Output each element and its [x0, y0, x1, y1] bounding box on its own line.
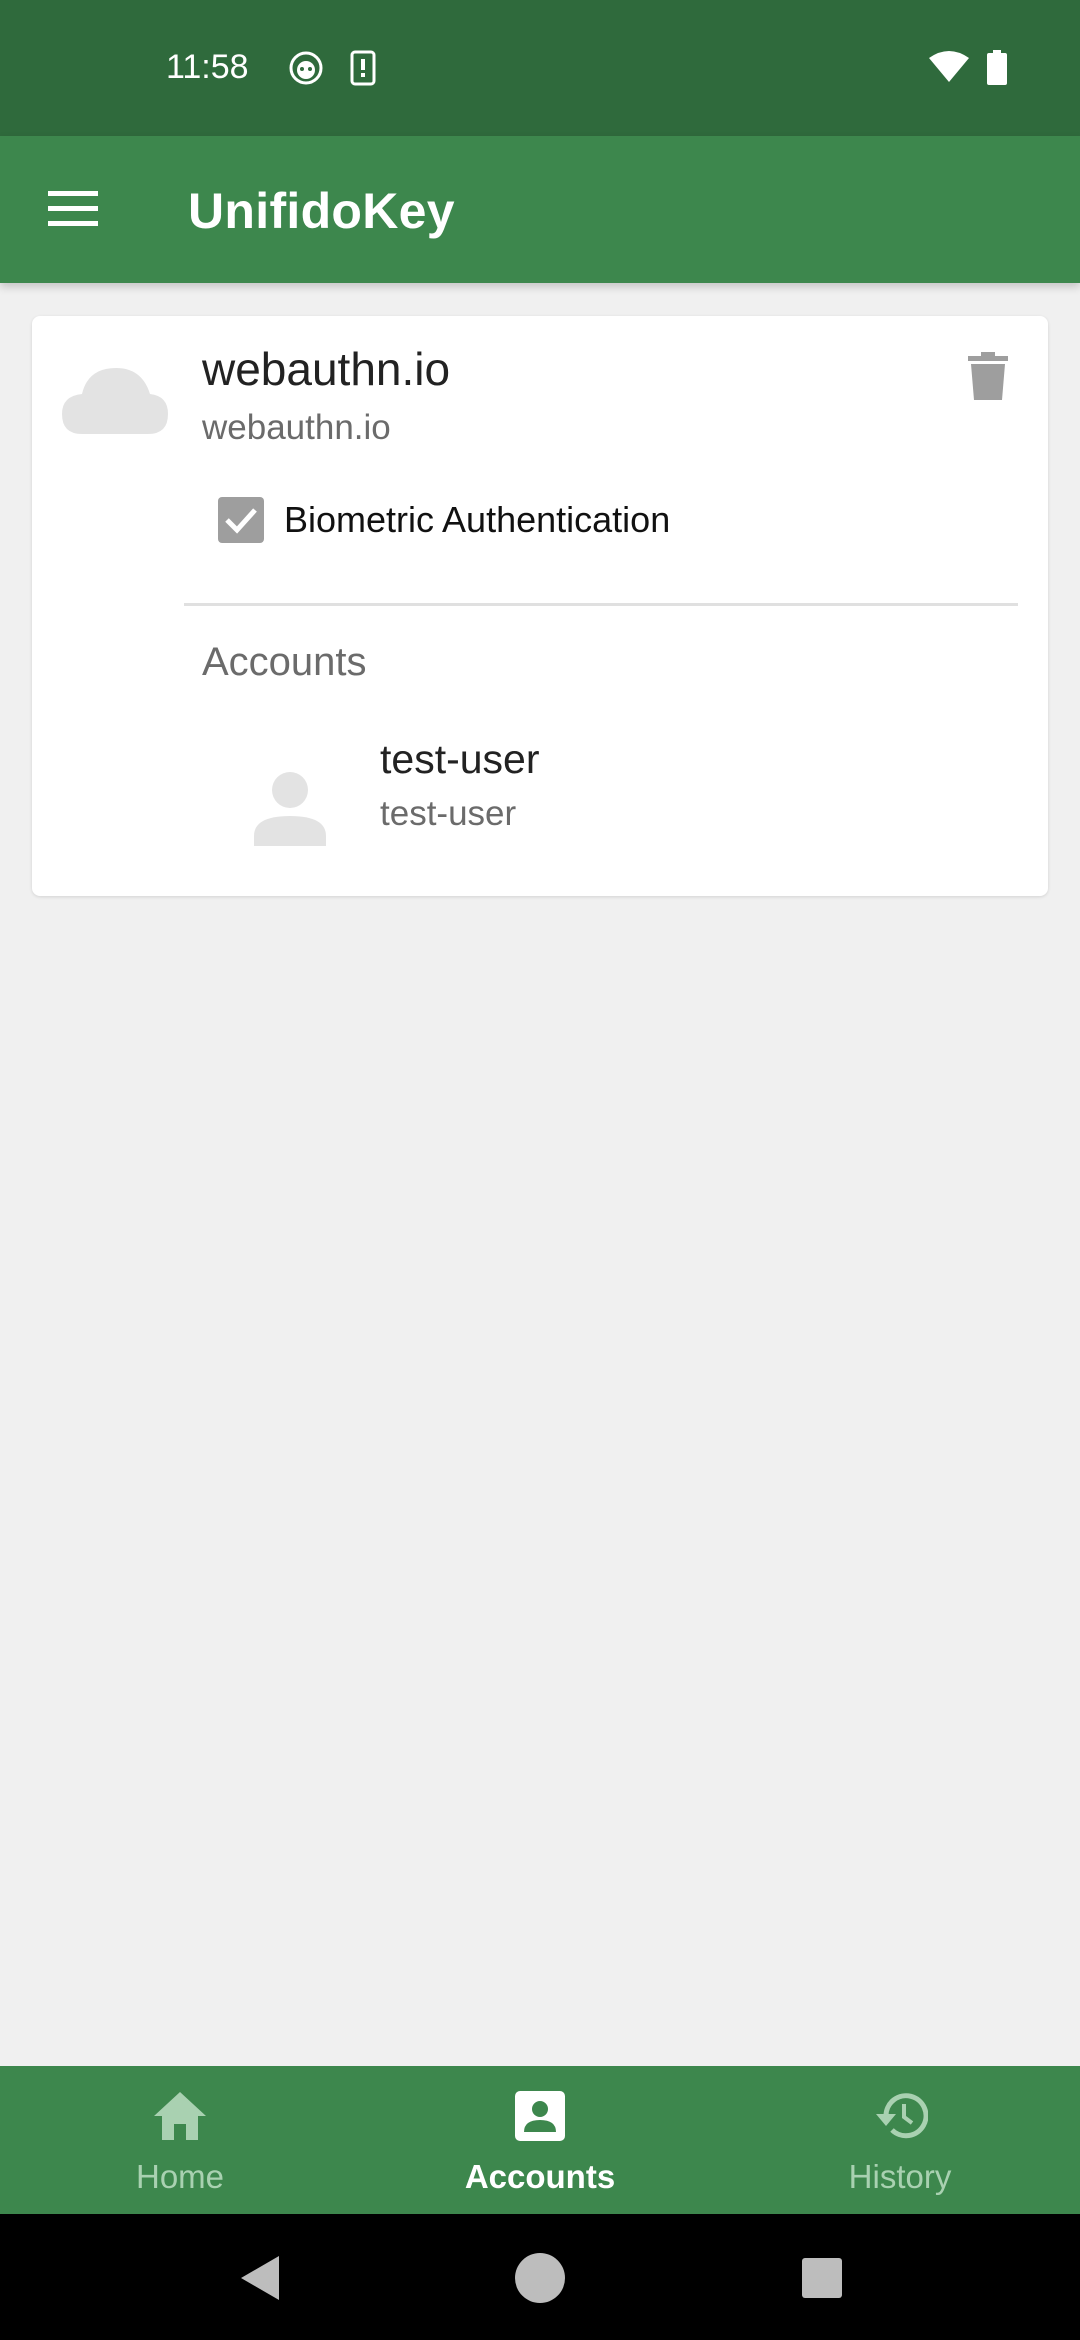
hamburger-menu-icon	[48, 190, 98, 233]
back-button[interactable]	[228, 2246, 292, 2310]
nav-history[interactable]: History	[720, 2066, 1080, 2214]
account-display-name: test-user	[380, 794, 517, 833]
relying-party-card: webauthn.io webauthn.io Biometric Authen…	[32, 316, 1048, 896]
back-icon	[241, 2256, 279, 2300]
biometric-auth-row[interactable]: Biometric Authentication	[218, 490, 670, 550]
biometric-checkbox[interactable]	[218, 497, 264, 543]
account-name: test-user	[380, 736, 540, 782]
divider	[184, 603, 1018, 606]
wifi-icon	[928, 50, 970, 89]
nav-home[interactable]: Home	[0, 2066, 360, 2214]
status-time: 11:58	[166, 48, 249, 86]
history-icon	[720, 2090, 1080, 2142]
rp-id: webauthn.io	[202, 408, 391, 447]
nav-history-label: History	[848, 2158, 952, 2195]
menu-button[interactable]	[30, 171, 116, 251]
account-row[interactable]: test-user test-user	[202, 730, 1022, 850]
home-icon	[0, 2090, 360, 2142]
home-circle-icon	[515, 2253, 565, 2303]
nav-accounts-label: Accounts	[464, 2158, 616, 2195]
check-icon	[225, 508, 257, 534]
cat-face-icon	[288, 50, 324, 91]
accounts-header: Accounts	[202, 640, 367, 684]
app-title: UnifidoKey	[188, 183, 455, 239]
delete-button[interactable]	[952, 342, 1024, 414]
battery-icon	[986, 50, 1008, 91]
nav-accounts[interactable]: Accounts	[360, 2066, 720, 2214]
person-icon	[252, 770, 328, 851]
bottom-nav: Home Accounts History	[0, 2066, 1080, 2214]
phone-alert-icon	[350, 50, 376, 91]
status-bar: 11:58	[0, 0, 1080, 136]
nav-home-label: Home	[135, 2158, 225, 2195]
recents-button[interactable]	[790, 2246, 854, 2310]
biometric-auth-label: Biometric Authentication	[284, 499, 671, 540]
home-system-button[interactable]	[508, 2246, 572, 2310]
system-nav-bar	[0, 2214, 1080, 2340]
account-box-icon	[360, 2090, 720, 2142]
rp-name: webauthn.io	[202, 343, 451, 395]
cloud-icon	[60, 358, 170, 443]
recents-icon	[802, 2258, 842, 2298]
app-bar: UnifidoKey	[0, 136, 1080, 283]
trash-icon	[968, 351, 1008, 405]
